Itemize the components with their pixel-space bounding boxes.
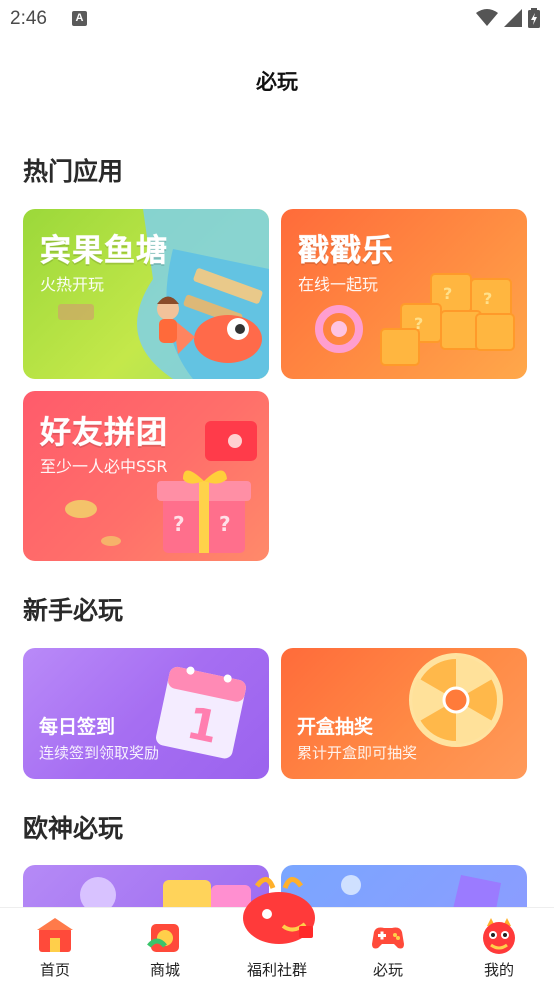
tab-label: 首页 [39,961,70,979]
community-icon [243,877,315,944]
home-icon [37,918,73,952]
tab-shop[interactable]: 商城 [110,908,220,984]
card-subtitle: 火热开玩 [40,275,105,294]
card-open-box-lottery[interactable]: 开盒抽奖 累计开盒即可抽奖 [281,648,527,779]
card-daily-checkin[interactable]: 1 每日签到 连续签到领取奖励 [23,648,269,779]
card-bingo-fishpond[interactable]: 宾果鱼塘 火热开玩 [23,209,269,379]
tab-must-play[interactable]: 必玩 [333,908,443,984]
card-group-buy[interactable]: ? ? 好友拼团 至少一人必中SSR [23,391,269,561]
status-icons [476,8,540,28]
bottom-tab-bar: 首页 商城 福利社群 必玩 我的 [0,877,554,984]
status-bar: 2:46 A [0,0,554,40]
svg-text:?: ? [483,289,492,308]
svg-text:?: ? [414,314,423,333]
profile-icon [483,918,515,954]
tab-home[interactable]: 首页 [0,908,110,984]
svg-text:?: ? [219,512,231,536]
svg-text:?: ? [173,512,185,536]
card-title: 宾果鱼塘 [40,233,168,270]
card-poke-fun[interactable]: ??? 戳戳乐 在线一起玩 [281,209,527,379]
gamepad-icon [372,927,404,949]
section-title-lucky: 欧神必玩 [23,814,124,843]
tab-label: 我的 [483,961,514,979]
section-title-hot: 热门应用 [23,157,124,186]
card-subtitle: 在线一起玩 [298,275,379,294]
card-title: 戳戳乐 [298,233,394,270]
signal-icon [504,9,522,27]
page-title: 必玩 [256,70,298,94]
tab-profile[interactable]: 我的 [444,908,554,984]
card-subtitle: 连续签到领取奖励 [39,744,160,762]
section-title-newbie: 新手必玩 [23,596,124,625]
card-subtitle: 累计开盒即可抽奖 [297,744,418,762]
svg-text:?: ? [443,284,452,303]
status-time: 2:46 [10,8,47,29]
notification-a-icon: A [72,11,87,26]
tab-label: 商城 [149,961,180,979]
card-title: 开盒抽奖 [297,716,374,738]
wifi-icon [476,9,498,26]
card-title: 好友拼团 [40,415,168,452]
tab-community[interactable]: 福利社群 [222,877,332,984]
card-title: 每日签到 [39,716,116,738]
card-subtitle: 至少一人必中SSR [40,457,168,476]
shop-icon [147,924,179,952]
tab-label: 必玩 [372,961,403,979]
tab-label: 福利社群 [246,961,307,979]
battery-icon [528,8,540,28]
